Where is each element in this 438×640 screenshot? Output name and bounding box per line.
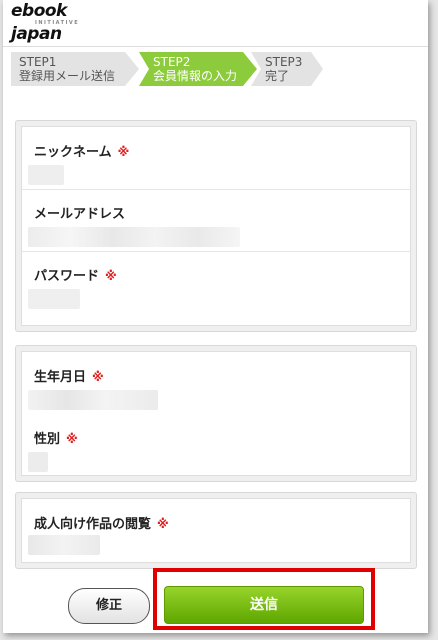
account-info-card: ニックネーム ※ メールアドレス パスワード ※: [15, 120, 417, 332]
content-settings-panel: 成人向け作品の閲覧 ※: [21, 498, 411, 563]
nickname-value-redacted: [28, 165, 64, 185]
birthday-label: 生年月日 ※: [34, 370, 104, 385]
account-info-panel: ニックネーム ※ メールアドレス パスワード ※: [21, 126, 411, 326]
required-mark: ※: [105, 269, 117, 283]
adult-content-value-redacted: [28, 535, 100, 555]
gender-label: 性別 ※: [34, 432, 78, 447]
logo-line2: japan: [11, 24, 62, 44]
step-3: STEP3 完了: [251, 52, 323, 86]
email-label: メールアドレス: [34, 207, 126, 222]
site-header: ebook INITIATIVE japan: [3, 0, 428, 47]
edit-button[interactable]: 修正: [68, 588, 150, 624]
profile-card: 生年月日 ※ 性別 ※: [15, 345, 417, 482]
content-settings-card: 成人向け作品の閲覧 ※: [15, 492, 417, 569]
send-button-highlight: [153, 568, 375, 630]
required-mark: ※: [157, 517, 169, 531]
required-mark: ※: [117, 145, 130, 159]
adult-content-field: 成人向け作品の閲覧 ※: [22, 499, 410, 563]
ebookjapan-logo[interactable]: ebook INITIATIVE japan: [11, 3, 101, 43]
step-1: STEP1 登録用メール送信: [11, 52, 139, 86]
step-1-number: STEP1: [19, 55, 57, 69]
gender-value-redacted: [28, 452, 48, 472]
step-2-active: STEP2 会員情報の入力: [139, 52, 257, 86]
email-value-redacted: [28, 227, 240, 247]
birthday-field: 生年月日 ※: [22, 352, 410, 416]
step-3-number: STEP3: [265, 55, 303, 69]
email-field: メールアドレス: [22, 189, 410, 251]
nickname-label: ニックネーム ※: [34, 145, 130, 160]
password-field: パスワード ※: [22, 251, 410, 321]
password-value-redacted: [28, 289, 80, 309]
password-label: パスワード ※: [34, 269, 117, 284]
step-1-label: 登録用メール送信: [19, 69, 116, 83]
step-3-label: 完了: [265, 69, 290, 83]
gender-field: 性別 ※: [22, 414, 410, 478]
required-mark: ※: [92, 370, 104, 384]
step-2-number: STEP2: [153, 55, 191, 69]
nickname-field: ニックネーム ※: [22, 127, 410, 189]
step-2-label: 会員情報の入力: [153, 69, 238, 83]
adult-content-label: 成人向け作品の閲覧 ※: [34, 517, 169, 532]
birthday-value-redacted: [28, 390, 158, 410]
logo-line1: ebook: [11, 1, 67, 21]
required-mark: ※: [66, 432, 78, 446]
app-frame: ebook INITIATIVE japan STEP1 登録用メール送信 ST…: [3, 0, 428, 633]
profile-panel: 生年月日 ※ 性別 ※: [21, 351, 411, 476]
step-progress: STEP1 登録用メール送信 STEP2 会員情報の入力 STEP3 完了: [11, 52, 331, 86]
